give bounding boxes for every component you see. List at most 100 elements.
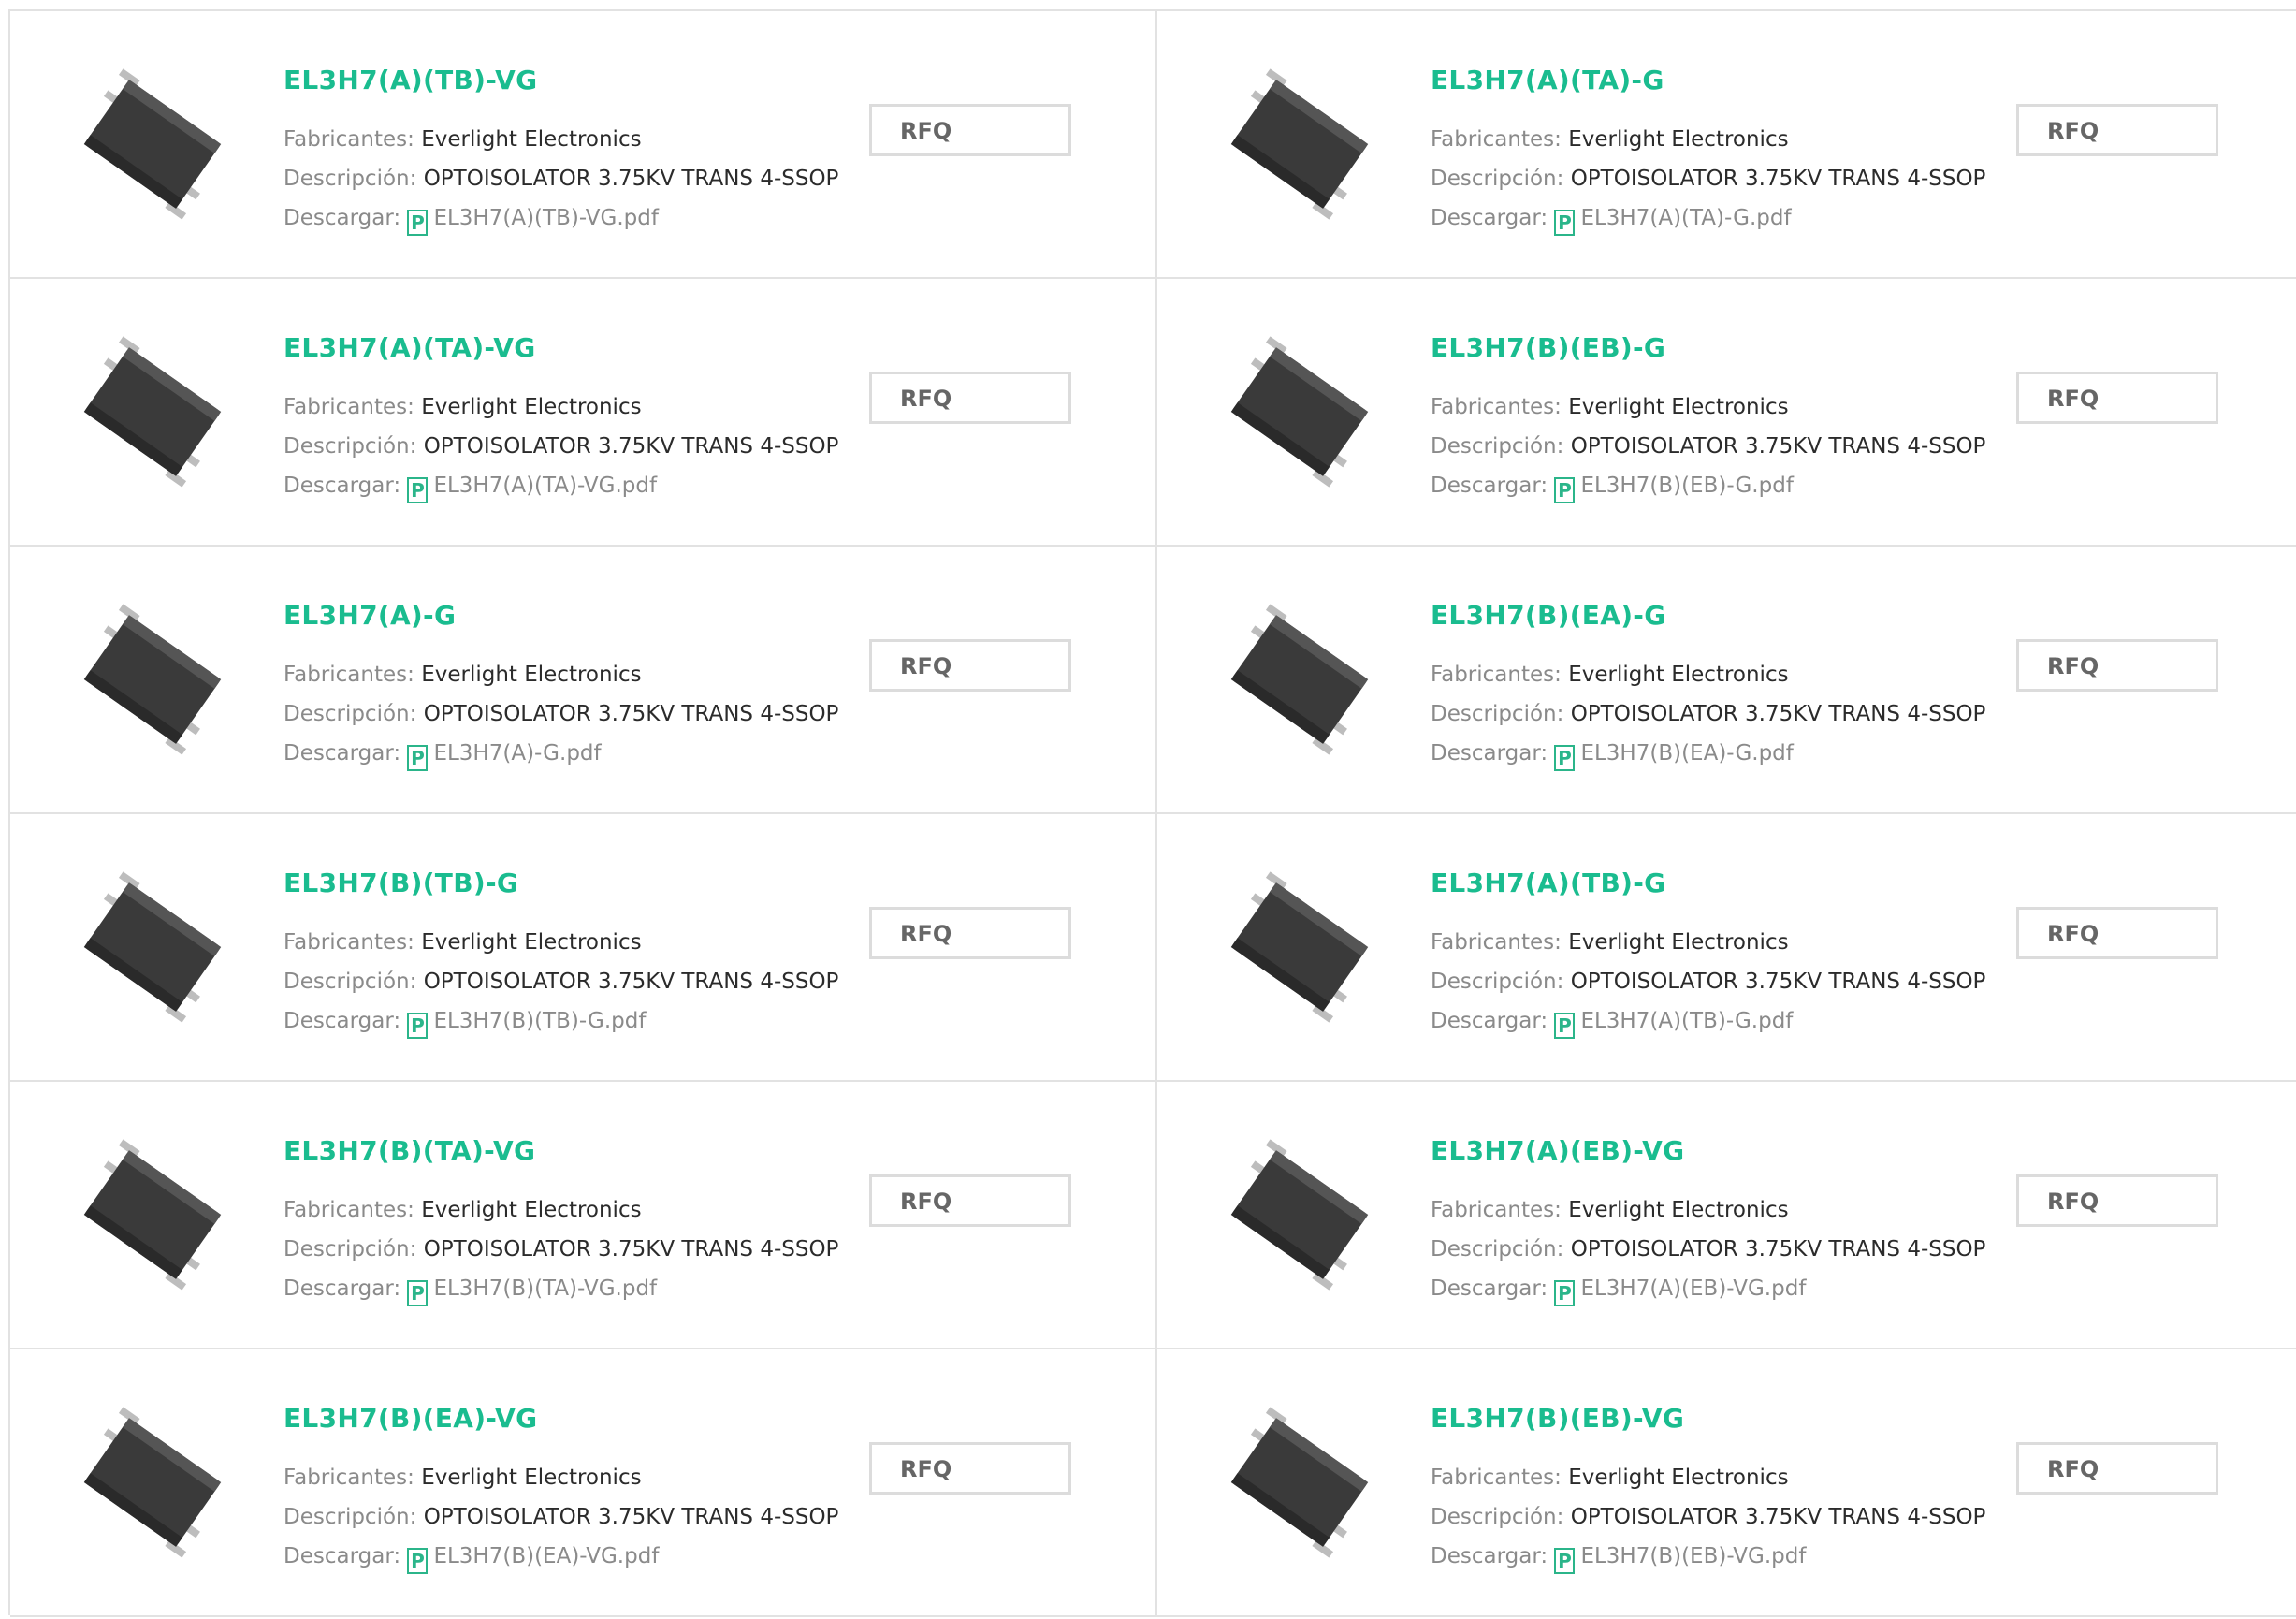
pdf-icon[interactable]: P — [407, 1013, 429, 1039]
part-number-link[interactable]: EL3H7(A)(TA)-VG — [283, 335, 838, 361]
download-label: Descargar: — [283, 1276, 408, 1301]
manufacturer-value: Everlight Electronics — [421, 663, 642, 687]
product-info: EL3H7(A)(EB)-VG Fabricantes: Everlight E… — [1431, 1121, 1985, 1308]
product-card: EL3H7(B)(EB)-G Fabricantes: Everlight El… — [1157, 279, 2296, 547]
manufacturer-label: Fabricantes: — [283, 663, 422, 687]
pdf-icon[interactable]: P — [407, 477, 429, 503]
description-row: Descripción: OPTOISOLATOR 3.75KV TRANS 4… — [283, 694, 838, 734]
download-label: Descargar: — [283, 474, 408, 498]
product-image[interactable] — [59, 51, 252, 238]
pdf-icon[interactable]: P — [1554, 1280, 1576, 1306]
pdf-icon[interactable]: P — [1554, 1013, 1576, 1039]
part-number-link[interactable]: EL3H7(A)(TB)-VG — [283, 67, 838, 94]
product-image[interactable] — [59, 586, 252, 773]
datasheet-link[interactable]: EL3H7(A)(EB)-VG.pdf — [1580, 1276, 1806, 1301]
rfq-button[interactable]: RFQ — [869, 639, 1071, 692]
description-row: Descripción: OPTOISOLATOR 3.75KV TRANS 4… — [283, 1230, 838, 1269]
pdf-icon[interactable]: P — [407, 210, 429, 236]
download-label: Descargar: — [1431, 206, 1555, 230]
datasheet-link[interactable]: EL3H7(B)(EA)-VG.pdf — [433, 1544, 659, 1568]
download-row: Descargar: P EL3H7(B)(TB)-G.pdf — [283, 1001, 838, 1041]
pdf-icon[interactable]: P — [1554, 1548, 1576, 1574]
part-number-link[interactable]: EL3H7(B)(EB)-VG — [1431, 1406, 1985, 1432]
manufacturer-label: Fabricantes: — [283, 930, 422, 955]
download-row: Descargar: P EL3H7(A)(TA)-G.pdf — [1431, 198, 1985, 238]
rfq-button[interactable]: RFQ — [869, 1442, 1071, 1495]
rfq-button[interactable]: RFQ — [2016, 1174, 2218, 1227]
product-image[interactable] — [1206, 586, 1399, 773]
part-number-link[interactable]: EL3H7(A)(TB)-G — [1431, 870, 1985, 897]
description-value: OPTOISOLATOR 3.75KV TRANS 4-SSOP — [1570, 434, 1986, 459]
pdf-icon[interactable]: P — [407, 1548, 429, 1574]
pdf-icon[interactable]: P — [407, 1280, 429, 1306]
product-image[interactable] — [1206, 1389, 1399, 1576]
manufacturer-value: Everlight Electronics — [421, 395, 642, 419]
product-card: EL3H7(B)(EA)-VG Fabricantes: Everlight E… — [10, 1349, 1157, 1617]
product-card: EL3H7(A)(EB)-VG Fabricantes: Everlight E… — [1157, 1082, 2296, 1349]
product-card: EL3H7(A)(TB)-G Fabricantes: Everlight El… — [1157, 814, 2296, 1082]
datasheet-link[interactable]: EL3H7(B)(EA)-G.pdf — [1580, 741, 1793, 766]
datasheet-link[interactable]: EL3H7(A)(TB)-G.pdf — [1580, 1009, 1793, 1033]
rfq-button[interactable]: RFQ — [2016, 1442, 2218, 1495]
part-number-link[interactable]: EL3H7(A)-G — [283, 603, 838, 629]
product-info: EL3H7(A)(TB)-VG Fabricantes: Everlight E… — [283, 51, 838, 238]
product-info: EL3H7(A)(TA)-VG Fabricantes: Everlight E… — [283, 318, 838, 505]
description-value: OPTOISOLATOR 3.75KV TRANS 4-SSOP — [1570, 167, 1986, 191]
description-row: Descripción: OPTOISOLATOR 3.75KV TRANS 4… — [1431, 1497, 1985, 1537]
datasheet-link[interactable]: EL3H7(B)(TB)-G.pdf — [433, 1009, 646, 1033]
datasheet-link[interactable]: EL3H7(A)(TA)-G.pdf — [1580, 206, 1791, 230]
description-label: Descripción: — [283, 970, 424, 994]
product-image[interactable] — [1206, 853, 1399, 1041]
product-image[interactable] — [1206, 1121, 1399, 1308]
part-number-link[interactable]: EL3H7(B)(TA)-VG — [283, 1138, 838, 1164]
rfq-button[interactable]: RFQ — [869, 372, 1071, 424]
rfq-button[interactable]: RFQ — [2016, 104, 2218, 156]
manufacturer-value: Everlight Electronics — [421, 1466, 642, 1490]
pdf-icon[interactable]: P — [1554, 745, 1576, 771]
product-image[interactable] — [59, 853, 252, 1041]
datasheet-link[interactable]: EL3H7(A)-G.pdf — [433, 741, 601, 766]
part-number-link[interactable]: EL3H7(B)(EB)-G — [1431, 335, 1985, 361]
product-image[interactable] — [59, 318, 252, 505]
rfq-button[interactable]: RFQ — [2016, 639, 2218, 692]
datasheet-link[interactable]: EL3H7(B)(EB)-VG.pdf — [1580, 1544, 1806, 1568]
part-number-link[interactable]: EL3H7(A)(TA)-G — [1431, 67, 1985, 94]
datasheet-link[interactable]: EL3H7(B)(EB)-G.pdf — [1580, 474, 1793, 498]
description-label: Descripción: — [283, 1237, 424, 1262]
description-value: OPTOISOLATOR 3.75KV TRANS 4-SSOP — [1570, 970, 1986, 994]
product-image[interactable] — [59, 1121, 252, 1308]
description-value: OPTOISOLATOR 3.75KV TRANS 4-SSOP — [423, 970, 839, 994]
part-number-link[interactable]: EL3H7(B)(TB)-G — [283, 870, 838, 897]
rfq-button[interactable]: RFQ — [869, 104, 1071, 156]
product-info: EL3H7(A)(TB)-G Fabricantes: Everlight El… — [1431, 853, 1985, 1041]
part-number-link[interactable]: EL3H7(A)(EB)-VG — [1431, 1138, 1985, 1164]
rfq-button[interactable]: RFQ — [869, 1174, 1071, 1227]
product-image[interactable] — [1206, 51, 1399, 238]
datasheet-link[interactable]: EL3H7(B)(TA)-VG.pdf — [433, 1276, 657, 1301]
pdf-icon[interactable]: P — [1554, 477, 1576, 503]
product-image[interactable] — [1206, 318, 1399, 505]
rfq-button[interactable]: RFQ — [869, 907, 1071, 959]
datasheet-link[interactable]: EL3H7(A)(TB)-VG.pdf — [433, 206, 658, 230]
manufacturer-row: Fabricantes: Everlight Electronics — [283, 387, 838, 427]
manufacturer-label: Fabricantes: — [283, 395, 422, 419]
manufacturer-label: Fabricantes: — [1431, 930, 1569, 955]
product-card: EL3H7(A)-G Fabricantes: Everlight Electr… — [10, 547, 1157, 814]
part-number-link[interactable]: EL3H7(B)(EA)-G — [1431, 603, 1985, 629]
rfq-button[interactable]: RFQ — [2016, 907, 2218, 959]
description-value: OPTOISOLATOR 3.75KV TRANS 4-SSOP — [1570, 1505, 1986, 1529]
description-row: Descripción: OPTOISOLATOR 3.75KV TRANS 4… — [1431, 1230, 1985, 1269]
product-info: EL3H7(B)(EA)-VG Fabricantes: Everlight E… — [283, 1389, 838, 1576]
manufacturer-row: Fabricantes: Everlight Electronics — [1431, 1458, 1985, 1497]
download-label: Descargar: — [1431, 474, 1555, 498]
part-number-link[interactable]: EL3H7(B)(EA)-VG — [283, 1406, 838, 1432]
rfq-button[interactable]: RFQ — [2016, 372, 2218, 424]
manufacturer-row: Fabricantes: Everlight Electronics — [283, 923, 838, 962]
download-row: Descargar: P EL3H7(A)(TB)-VG.pdf — [283, 198, 838, 238]
pdf-icon[interactable]: P — [407, 745, 429, 771]
pdf-icon[interactable]: P — [1554, 210, 1576, 236]
manufacturer-row: Fabricantes: Everlight Electronics — [283, 1458, 838, 1497]
datasheet-link[interactable]: EL3H7(A)(TA)-VG.pdf — [433, 474, 657, 498]
product-image[interactable] — [59, 1389, 252, 1576]
description-row: Descripción: OPTOISOLATOR 3.75KV TRANS 4… — [283, 962, 838, 1001]
